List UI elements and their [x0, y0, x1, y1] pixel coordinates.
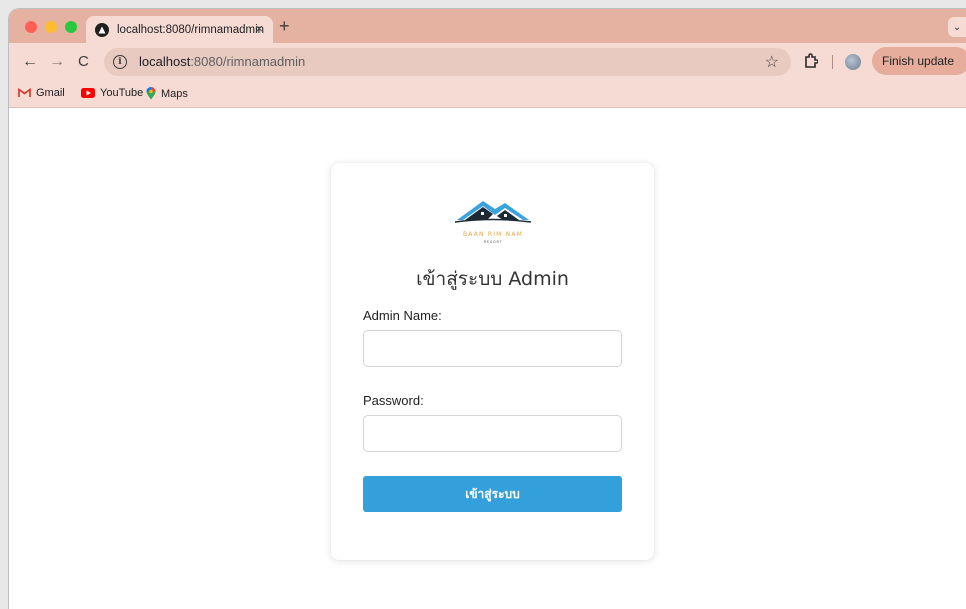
bookmark-star-icon[interactable]: ☆: [765, 52, 779, 72]
maximize-window-button[interactable]: [65, 21, 77, 33]
resort-logo: BAAN RIM NAM RESORT: [453, 195, 533, 245]
finish-update-label: Finish update: [882, 54, 955, 68]
gmail-icon: [18, 88, 31, 97]
login-title: เข้าสู่ระบบ Admin: [416, 268, 569, 290]
logo-name-text: BAAN RIM NAM: [462, 231, 524, 238]
bookmark-label: YouTube: [100, 87, 144, 99]
address-bar[interactable]: i localhost:8080/rimnamadmin ☆: [104, 48, 791, 76]
admin-name-input[interactable]: [363, 330, 622, 367]
bookmark-youtube[interactable]: YouTube: [81, 87, 143, 99]
site-info-icon[interactable]: i: [113, 55, 127, 69]
address-url[interactable]: localhost:8080/rimnamadmin: [139, 54, 305, 69]
tab-strip: localhost:8080/rimnamadmin × + ⌄: [9, 9, 966, 43]
admin-name-label: Admin Name:: [363, 308, 442, 323]
url-path: :8080/rimnamadmin: [190, 54, 306, 69]
browser-window: localhost:8080/rimnamadmin × + ⌄ ← → C i…: [9, 9, 966, 609]
browser-tab-active[interactable]: localhost:8080/rimnamadmin ×: [86, 16, 273, 43]
bookmark-label: Maps: [161, 87, 188, 100]
browser-toolbar: ← → C i localhost:8080/rimnamadmin ☆ Fin…: [9, 43, 966, 81]
bookmark-gmail[interactable]: Gmail: [18, 87, 65, 99]
new-tab-button[interactable]: +: [279, 17, 290, 35]
site-favicon-icon: [95, 22, 109, 37]
minimize-window-button[interactable]: [45, 21, 57, 33]
page-content: BAAN RIM NAM RESORT เข้าสู่ระบบ Admin Ad…: [9, 108, 966, 609]
password-input[interactable]: [363, 415, 622, 452]
bookmark-maps[interactable]: Maps: [146, 87, 188, 100]
bookmarks-bar: Gmail YouTube Maps: [9, 81, 966, 108]
house-roof-logo-icon: [454, 201, 532, 223]
bookmark-label: Gmail: [36, 87, 65, 99]
youtube-icon: [81, 88, 95, 98]
url-host: localhost: [139, 54, 191, 69]
close-window-button[interactable]: [25, 21, 37, 33]
finish-update-button[interactable]: Finish update ⋮: [872, 47, 966, 75]
tab-search-button[interactable]: ⌄: [948, 17, 966, 37]
logo-sub-text: RESORT: [483, 240, 503, 244]
tab-close-icon[interactable]: ×: [255, 21, 263, 37]
forward-button[interactable]: →: [49, 52, 65, 72]
browser-menu-icon[interactable]: ⋮: [962, 53, 966, 70]
back-button[interactable]: ←: [22, 52, 38, 72]
password-label: Password:: [363, 393, 424, 408]
toolbar-divider: [832, 55, 833, 69]
reload-button[interactable]: C: [78, 52, 89, 72]
login-card: BAAN RIM NAM RESORT เข้าสู่ระบบ Admin Ad…: [331, 163, 654, 560]
maps-icon: [146, 87, 156, 100]
profile-avatar-icon[interactable]: [845, 54, 861, 70]
login-submit-button[interactable]: เข้าสู่ระบบ: [363, 476, 622, 512]
tab-title: localhost:8080/rimnamadmin: [117, 23, 265, 36]
extensions-puzzle-icon[interactable]: [804, 53, 818, 69]
